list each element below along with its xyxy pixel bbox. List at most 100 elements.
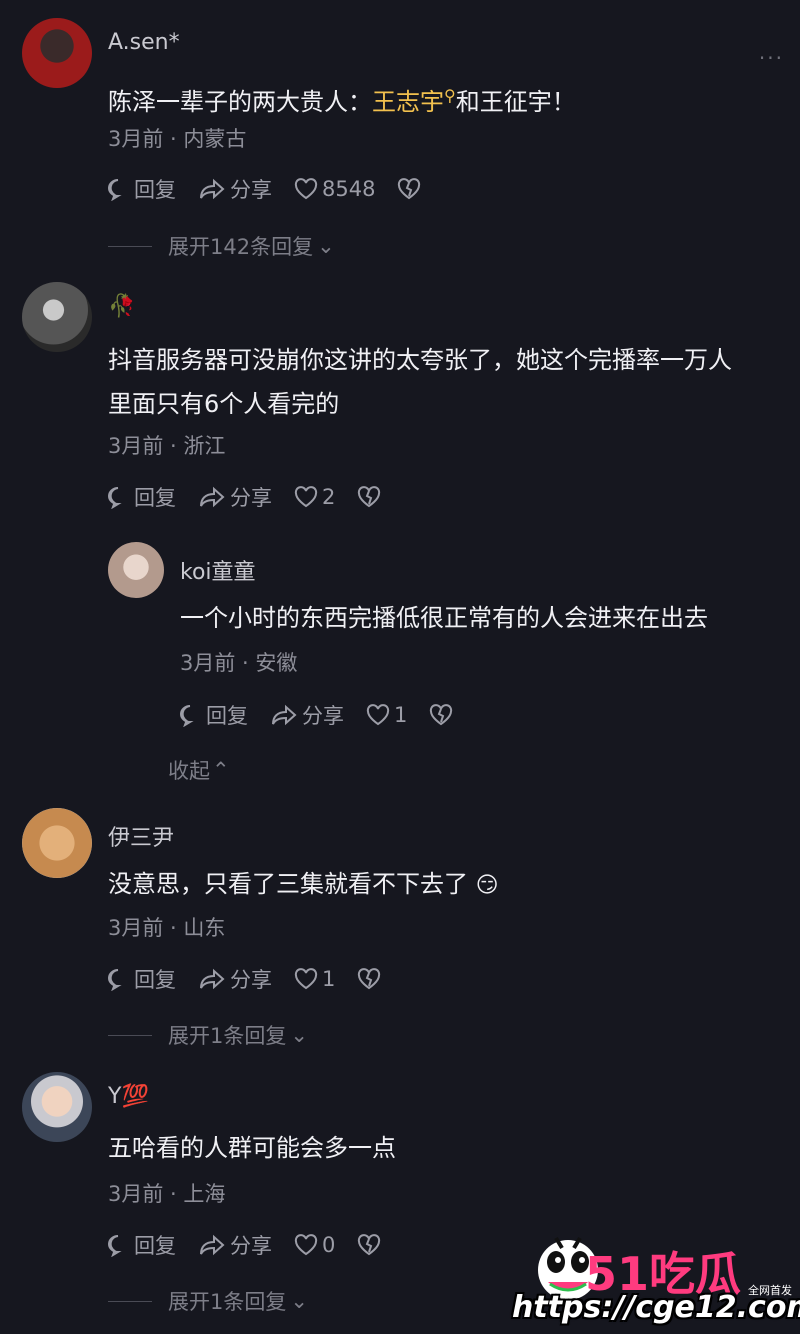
share-icon <box>200 1234 225 1256</box>
share-label: 分享 <box>230 968 272 992</box>
dislike-button[interactable] <box>429 704 457 726</box>
rose-icon: 🥀 <box>108 294 136 319</box>
like-button[interactable]: 0 <box>294 1233 335 1257</box>
comment-meta: 3月前 · 山东 <box>108 916 226 940</box>
reply-label: 回复 <box>134 1234 176 1258</box>
comment-username[interactable]: Y💯 <box>108 1084 149 1109</box>
divider <box>108 1300 152 1302</box>
like-button[interactable]: 8548 <box>294 177 375 201</box>
reply-text: 一个小时的东西完播低很正常有的人会进来在出去 <box>180 604 708 632</box>
reply-meta: 3月前 · 安徽 <box>180 651 298 675</box>
like-count: 0 <box>322 1233 336 1257</box>
share-button[interactable]: 分享 <box>198 482 272 512</box>
broken-heart-icon <box>430 704 453 726</box>
share-button[interactable]: 分享 <box>270 700 344 730</box>
comment-text-part: 和王征宇！ <box>455 88 576 116</box>
chat-bubble-icon <box>180 705 194 727</box>
broken-heart-icon <box>358 1234 381 1256</box>
share-icon <box>200 178 225 200</box>
dislike-button[interactable] <box>357 486 385 508</box>
avatar[interactable] <box>108 542 164 598</box>
reply-username[interactable]: koi童童 <box>180 554 256 586</box>
share-button[interactable]: 分享 <box>198 174 272 204</box>
comment-meta: 3月前 · 内蒙古 <box>108 127 247 151</box>
dislike-button[interactable] <box>397 178 425 200</box>
broken-heart-icon <box>358 486 381 508</box>
reply-button[interactable]: 回复 <box>106 482 176 512</box>
collapse-label: 收起 <box>168 759 210 783</box>
reply-label: 回复 <box>134 968 176 992</box>
divider <box>108 1034 152 1036</box>
like-count: 1 <box>322 967 336 991</box>
share-button[interactable]: 分享 <box>198 1230 272 1260</box>
avatar[interactable] <box>22 808 92 878</box>
share-label: 分享 <box>230 178 272 202</box>
expand-label: 展开1条回复 <box>168 1290 287 1314</box>
chat-bubble-icon <box>108 1235 122 1257</box>
share-label: 分享 <box>230 486 272 510</box>
chevron-up-icon: ⌃ <box>212 758 230 782</box>
expand-label: 展开142条回复 <box>168 235 314 259</box>
like-button[interactable]: 1 <box>294 967 335 991</box>
heart-icon <box>294 486 318 508</box>
like-button[interactable]: 1 <box>366 703 407 727</box>
reply-button[interactable]: 回复 <box>106 174 176 204</box>
like-count: 1 <box>394 703 408 727</box>
avatar[interactable] <box>22 282 92 352</box>
like-button[interactable]: 2 <box>294 485 335 509</box>
share-label: 分享 <box>302 704 344 728</box>
chevron-down-icon: ⌄ <box>290 1023 308 1047</box>
broken-heart-icon <box>358 968 381 990</box>
expand-replies-button[interactable]: 展开142条回复 ⌄ <box>108 231 335 261</box>
collapse-replies-button[interactable]: 收起 ⌃ <box>168 755 230 785</box>
comment-username[interactable]: 🥀 <box>108 294 135 319</box>
comment-text-line: 抖音服务器可没崩你这讲的太夸张了，她这个完播率一万人 <box>108 346 732 374</box>
broken-heart-icon <box>398 178 421 200</box>
search-icon: ⚲ <box>444 86 456 105</box>
chat-bubble-icon <box>108 487 122 509</box>
avatar[interactable] <box>22 1072 92 1142</box>
divider <box>108 245 152 247</box>
comment-meta: 3月前 · 浙江 <box>108 434 226 458</box>
smirk-emoji: 😏 <box>475 873 499 898</box>
dislike-button[interactable] <box>357 1234 385 1256</box>
heart-icon <box>366 704 390 726</box>
expand-label: 展开1条回复 <box>168 1024 287 1048</box>
avatar[interactable] <box>22 18 92 88</box>
comment-text: 五哈看的人群可能会多一点 <box>108 1134 396 1162</box>
comment-username[interactable]: A.sen* <box>108 30 180 55</box>
comment-meta: 3月前 · 上海 <box>108 1182 226 1206</box>
reply-button[interactable]: 回复 <box>106 1230 176 1260</box>
like-count: 8548 <box>322 177 376 201</box>
reply-button[interactable]: 回复 <box>178 700 248 730</box>
expand-replies-button[interactable]: 展开1条回复 ⌄ <box>108 1286 308 1316</box>
comment-actions: 回复 分享 2 <box>106 482 407 512</box>
chevron-down-icon: ⌄ <box>290 1289 308 1313</box>
comment-text: 没意思，只看了三集就看不下去了 😏 <box>108 862 499 908</box>
comment-actions: 回复 分享 1 <box>106 964 407 994</box>
comment-text: 陈泽一辈子的两大贵人：王志宇⚲和王征宇！ <box>108 74 576 124</box>
heart-icon <box>294 1234 318 1256</box>
heart-icon <box>294 968 318 990</box>
share-button[interactable]: 分享 <box>198 964 272 994</box>
comment-actions: 回复 分享 8548 <box>106 174 447 204</box>
chat-bubble-icon <box>108 969 122 991</box>
share-icon <box>200 486 225 508</box>
comment-username[interactable]: 伊三尹 <box>108 820 174 852</box>
expand-replies-button[interactable]: 展开1条回复 ⌄ <box>108 1020 308 1050</box>
reply-label: 回复 <box>134 178 176 202</box>
comment-text: 抖音服务器可没崩你这讲的太夸张了，她这个完播率一万人 里面只有6个人看完的 <box>108 338 788 426</box>
dislike-button[interactable] <box>357 968 385 990</box>
chevron-down-icon: ⌄ <box>317 234 335 258</box>
chat-bubble-icon <box>108 179 122 201</box>
share-icon <box>272 704 297 726</box>
comment-text-line: 里面只有6个人看完的 <box>108 390 340 418</box>
reply-actions: 回复 分享 1 <box>178 700 479 730</box>
mention-link[interactable]: 王志宇 <box>372 88 444 116</box>
watermark-url: https://cge12.com <box>512 1290 800 1325</box>
reply-button[interactable]: 回复 <box>106 964 176 994</box>
share-icon <box>200 968 225 990</box>
more-options-icon[interactable]: ··· <box>759 46 784 70</box>
comment-text-part: 陈泽一辈子的两大贵人： <box>108 88 372 116</box>
heart-icon <box>294 178 318 200</box>
